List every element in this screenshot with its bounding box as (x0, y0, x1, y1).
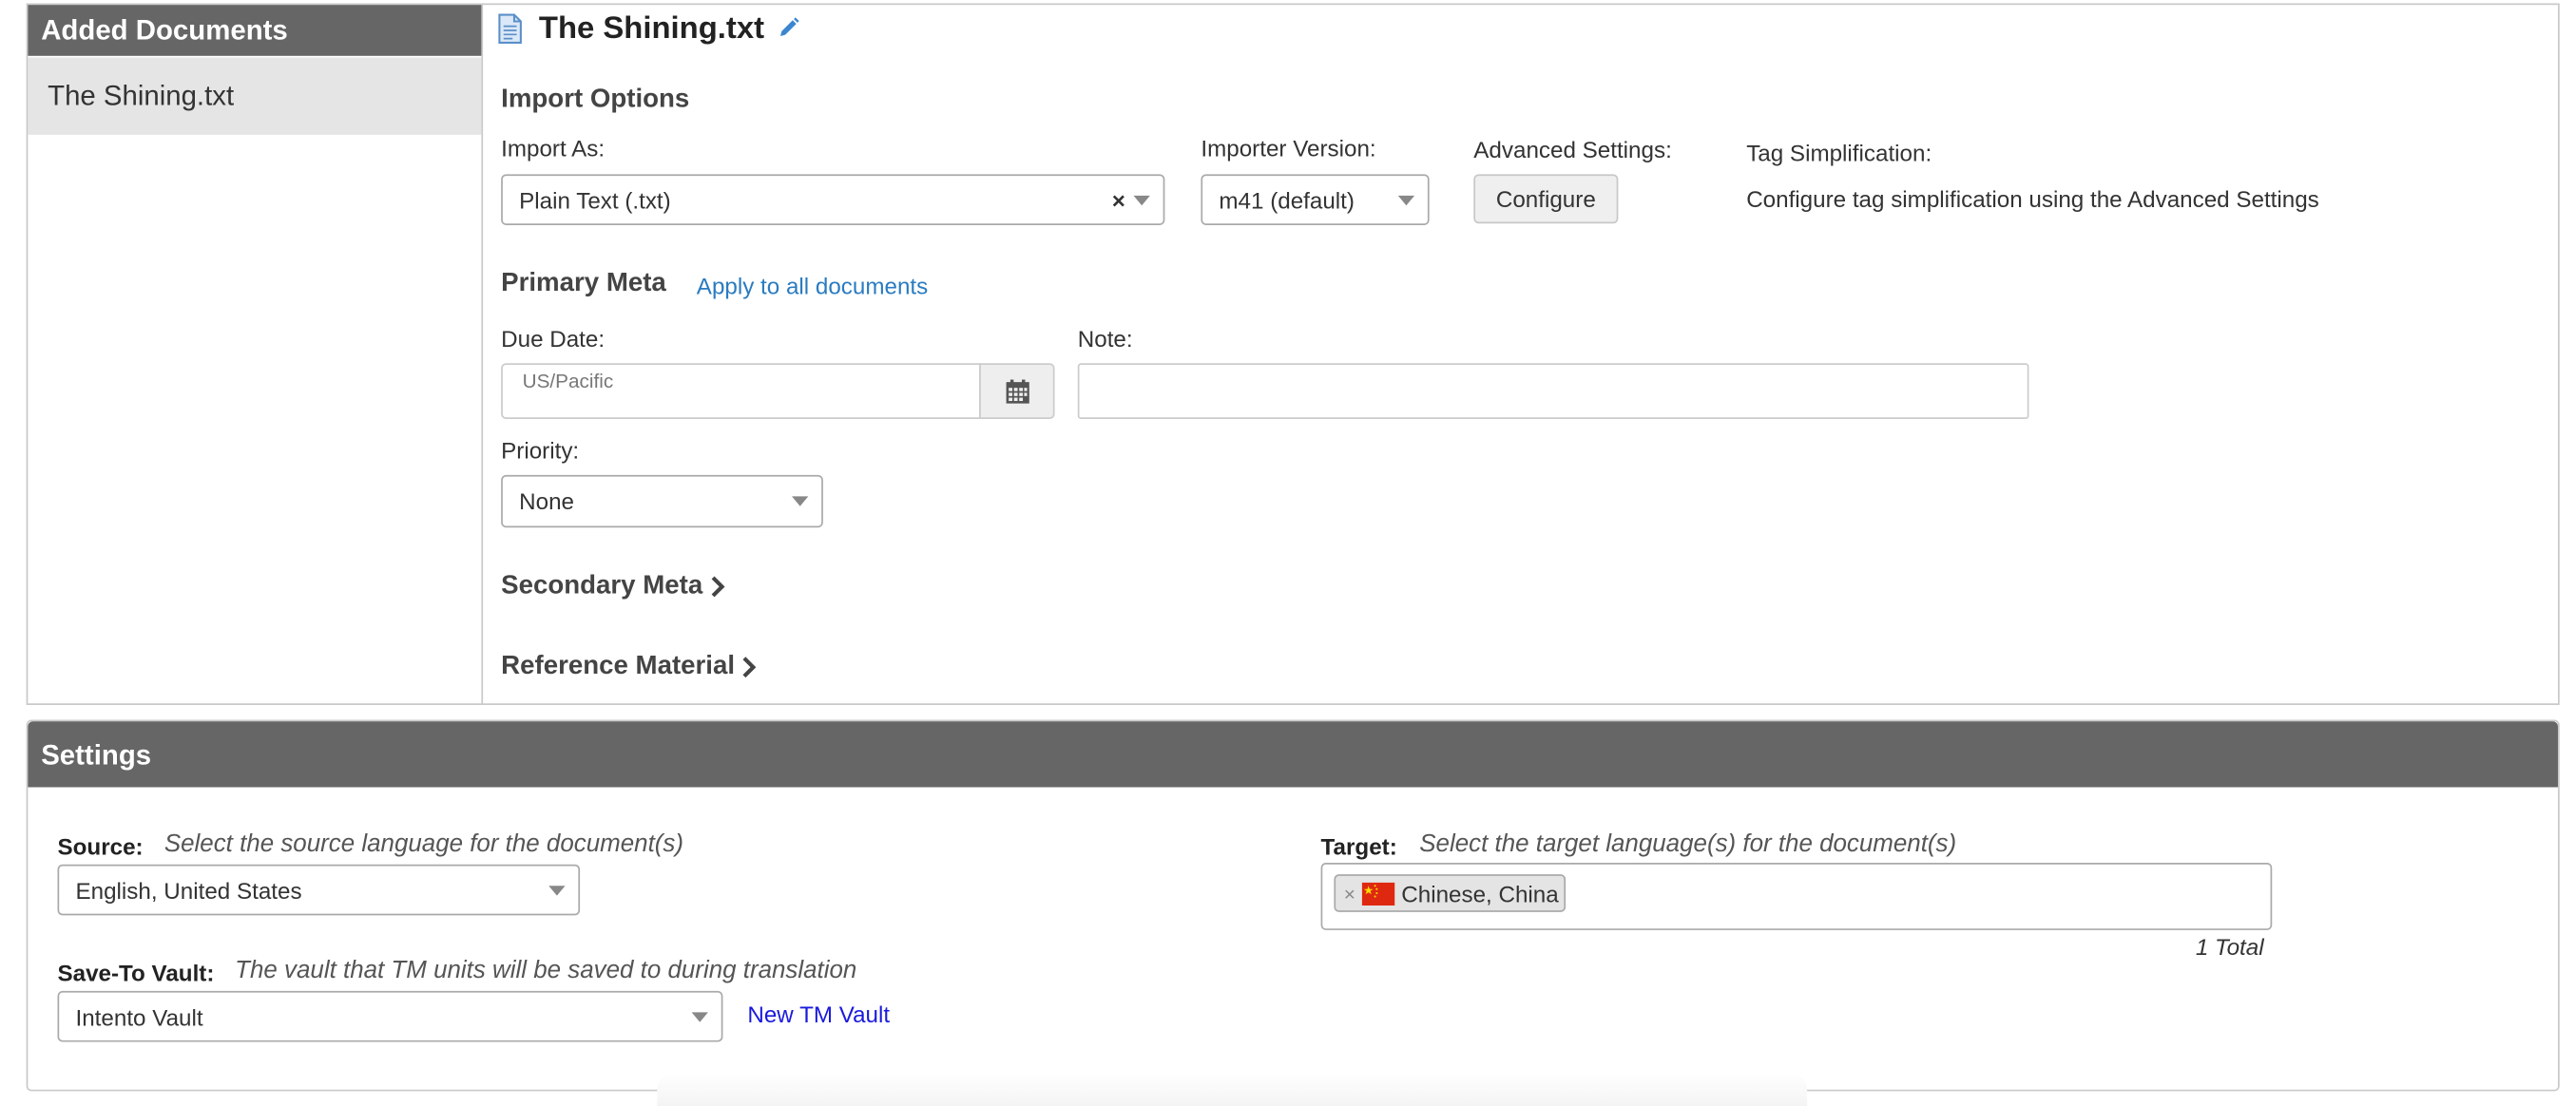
vault-description: The vault that TM units will be saved to… (235, 956, 857, 985)
source-label: Source: (57, 832, 144, 860)
chevron-right-icon (711, 576, 725, 598)
settings-header: Settings (28, 721, 2558, 788)
import-options-heading: Import Options (501, 85, 690, 114)
advanced-settings-label: Advanced Settings: (1473, 136, 1672, 163)
reference-material-toggle[interactable]: Reference Material (501, 653, 758, 682)
import-as-value: Plain Text (.txt) (519, 186, 671, 213)
vault-label: Save-To Vault: (57, 960, 215, 986)
file-text-icon (498, 13, 523, 45)
importer-version-value: m41 (default) (1219, 186, 1355, 213)
target-total-count: 1 Total (2195, 933, 2264, 961)
chevron-right-icon (742, 657, 757, 678)
target-label: Target: (1320, 832, 1397, 860)
timezone-hint: US/Pacific (522, 370, 614, 393)
added-documents-header: Added Documents (28, 5, 482, 56)
priority-value: None (519, 487, 574, 515)
pencil-icon[interactable] (777, 16, 799, 39)
due-date-label: Due Date: (501, 325, 606, 353)
priority-select[interactable]: None (501, 474, 823, 528)
tag-simplification-label: Tag Simplification: (1746, 140, 1932, 166)
chevron-down-icon (1133, 194, 1150, 205)
chevron-down-icon (792, 496, 809, 506)
import-as-select[interactable]: Plain Text (.txt) × (501, 174, 1165, 225)
document-list-item[interactable]: The Shining.txt (28, 57, 482, 135)
note-label: Note: (1077, 325, 1133, 353)
chevron-down-icon (1397, 194, 1415, 205)
clear-selection-icon[interactable]: × (1112, 185, 1125, 215)
source-language-value: English, United States (75, 876, 302, 904)
calendar-icon (1005, 378, 1028, 403)
reference-material-label: Reference Material (501, 652, 736, 681)
target-description: Select the target language(s) for the do… (1419, 830, 1957, 858)
primary-meta-heading: Primary Meta (501, 269, 666, 298)
flag-china-icon (1361, 881, 1395, 906)
source-description: Select the source language for the docum… (163, 830, 684, 858)
priority-label: Priority: (501, 437, 580, 464)
secondary-meta-label: Secondary Meta (501, 571, 703, 601)
configure-button[interactable]: Configure (1473, 174, 1619, 224)
importer-version-select[interactable]: m41 (default) (1201, 174, 1430, 225)
import-as-label: Import As: (501, 134, 606, 162)
new-tm-vault-link[interactable]: New TM Vault (747, 1001, 890, 1027)
target-language-chip: × Chinese, China (1334, 874, 1567, 912)
vault-select[interactable]: Intento Vault (57, 990, 723, 1042)
chevron-down-icon (548, 885, 566, 895)
document-title: The Shining.txt (538, 11, 765, 47)
bottom-shadow (657, 1073, 1808, 1106)
vault-value: Intento Vault (75, 1002, 203, 1030)
source-language-select[interactable]: English, United States (57, 864, 581, 916)
target-language-chip-label: Chinese, China (1401, 880, 1559, 906)
tag-simplification-text: Configure tag simplification using the A… (1746, 185, 2319, 213)
remove-chip-icon[interactable]: × (1344, 882, 1355, 905)
secondary-meta-toggle[interactable]: Secondary Meta (501, 572, 725, 601)
calendar-button[interactable] (979, 363, 1055, 420)
note-input[interactable] (1077, 363, 2029, 420)
due-date-input[interactable]: US/Pacific (501, 363, 981, 420)
chevron-down-icon (691, 1011, 708, 1021)
apply-to-all-link[interactable]: Apply to all documents (697, 273, 928, 299)
importer-version-label: Importer Version: (1201, 134, 1376, 162)
